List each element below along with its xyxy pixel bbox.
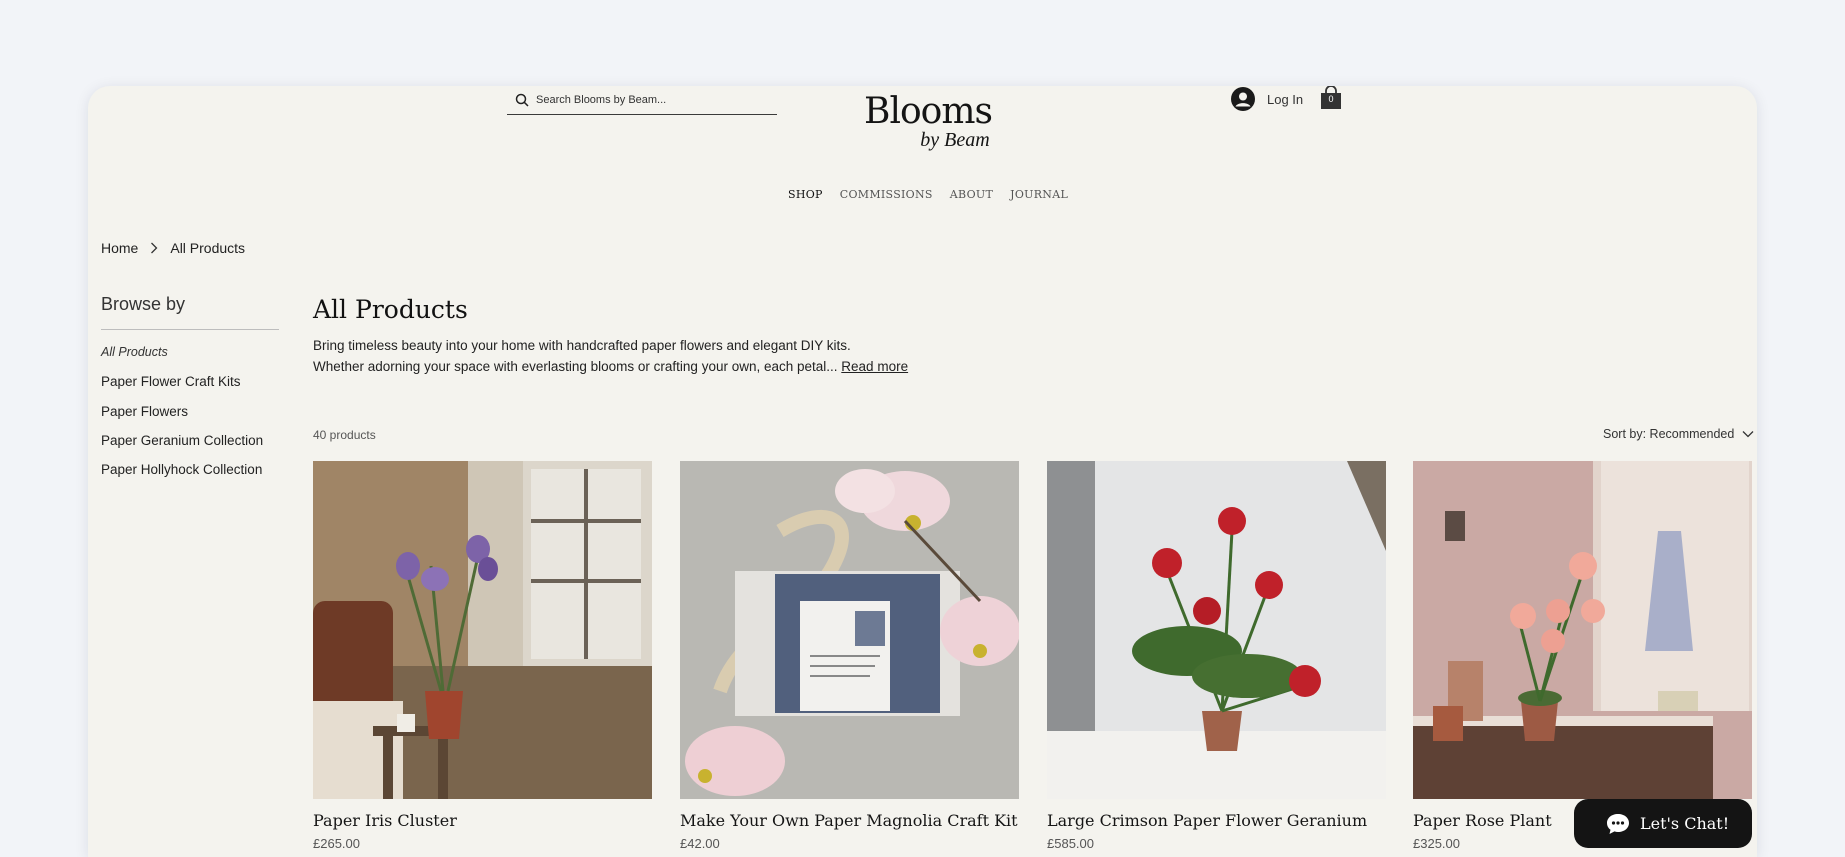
page-title: All Products [313, 295, 468, 324]
nav-shop[interactable]: SHOP [788, 188, 823, 201]
product-card[interactable]: Paper Iris Cluster £265.00 [313, 461, 652, 851]
product-name[interactable]: Paper Iris Cluster [313, 811, 652, 830]
nav-about[interactable]: ABOUT [950, 188, 993, 201]
breadcrumb: Home All Products [101, 240, 245, 256]
cart-button[interactable]: 0 [1320, 86, 1344, 112]
product-price: £42.00 [680, 836, 720, 851]
product-card[interactable]: Paper Rose Plant £325.00 [1413, 461, 1752, 851]
category-hollyhock-collection[interactable]: Paper Hollyhock Collection [101, 462, 263, 491]
chat-label: Let's Chat! [1640, 814, 1730, 833]
logo-sub-text: by Beam [920, 129, 990, 151]
read-more-link[interactable]: Read more [841, 359, 908, 374]
site-window: Blooms by Beam Log In 0 SHOP COMMISSIONS… [88, 86, 1757, 857]
chat-button[interactable]: Let's Chat! [1574, 799, 1752, 848]
chevron-right-icon [151, 242, 158, 254]
collection-description: Bring timeless beauty into your home wit… [313, 335, 1013, 377]
logo-main-text: Blooms [864, 91, 993, 132]
description-line-2: Whether adorning your space with everlas… [313, 359, 838, 374]
product-price: £585.00 [1047, 836, 1094, 851]
search-input[interactable] [536, 94, 766, 106]
login-label: Log In [1267, 91, 1304, 107]
nav-commissions[interactable]: COMMISSIONS [840, 188, 933, 201]
product-image[interactable] [680, 461, 1019, 799]
login-button[interactable]: Log In [1231, 86, 1303, 112]
product-price: £265.00 [313, 836, 360, 851]
category-paper-flowers[interactable]: Paper Flowers [101, 404, 263, 433]
product-card[interactable]: Large Crimson Paper Flower Geranium £585… [1047, 461, 1386, 851]
description-line-1: Bring timeless beauty into your home wit… [313, 338, 851, 353]
chat-bubble-icon [1607, 813, 1629, 834]
user-avatar-icon [1231, 87, 1255, 111]
divider [101, 329, 279, 330]
breadcrumb-current: All Products [170, 240, 246, 256]
category-all-products[interactable]: All Products [101, 345, 263, 374]
breadcrumb-home[interactable]: Home [101, 240, 138, 256]
product-name[interactable]: Make Your Own Paper Magnolia Craft Kit [680, 811, 1019, 830]
cart-count-badge: 0 [1328, 94, 1334, 104]
search-icon [515, 93, 529, 107]
category-list: All Products Paper Flower Craft Kits Pap… [101, 345, 263, 491]
product-image[interactable] [1047, 461, 1386, 799]
category-geranium-collection[interactable]: Paper Geranium Collection [101, 433, 263, 462]
main-nav: SHOP COMMISSIONS ABOUT JOURNAL [788, 188, 1068, 201]
browse-by-heading: Browse by [101, 294, 186, 314]
category-craft-kits[interactable]: Paper Flower Craft Kits [101, 374, 263, 403]
sort-label: Sort by: Recommended [1603, 427, 1735, 441]
search-bar[interactable] [507, 86, 777, 115]
nav-journal[interactable]: JOURNAL [1010, 188, 1068, 201]
chevron-down-icon [1742, 431, 1754, 438]
sort-dropdown[interactable]: Sort by: Recommended [1603, 427, 1754, 441]
product-image[interactable] [1413, 461, 1752, 799]
product-image[interactable] [313, 461, 652, 799]
site-logo[interactable]: Blooms by Beam [858, 94, 998, 154]
product-card[interactable]: Make Your Own Paper Magnolia Craft Kit £… [680, 461, 1019, 851]
product-count: 40 products [313, 428, 376, 442]
product-name[interactable]: Large Crimson Paper Flower Geranium [1047, 811, 1386, 830]
